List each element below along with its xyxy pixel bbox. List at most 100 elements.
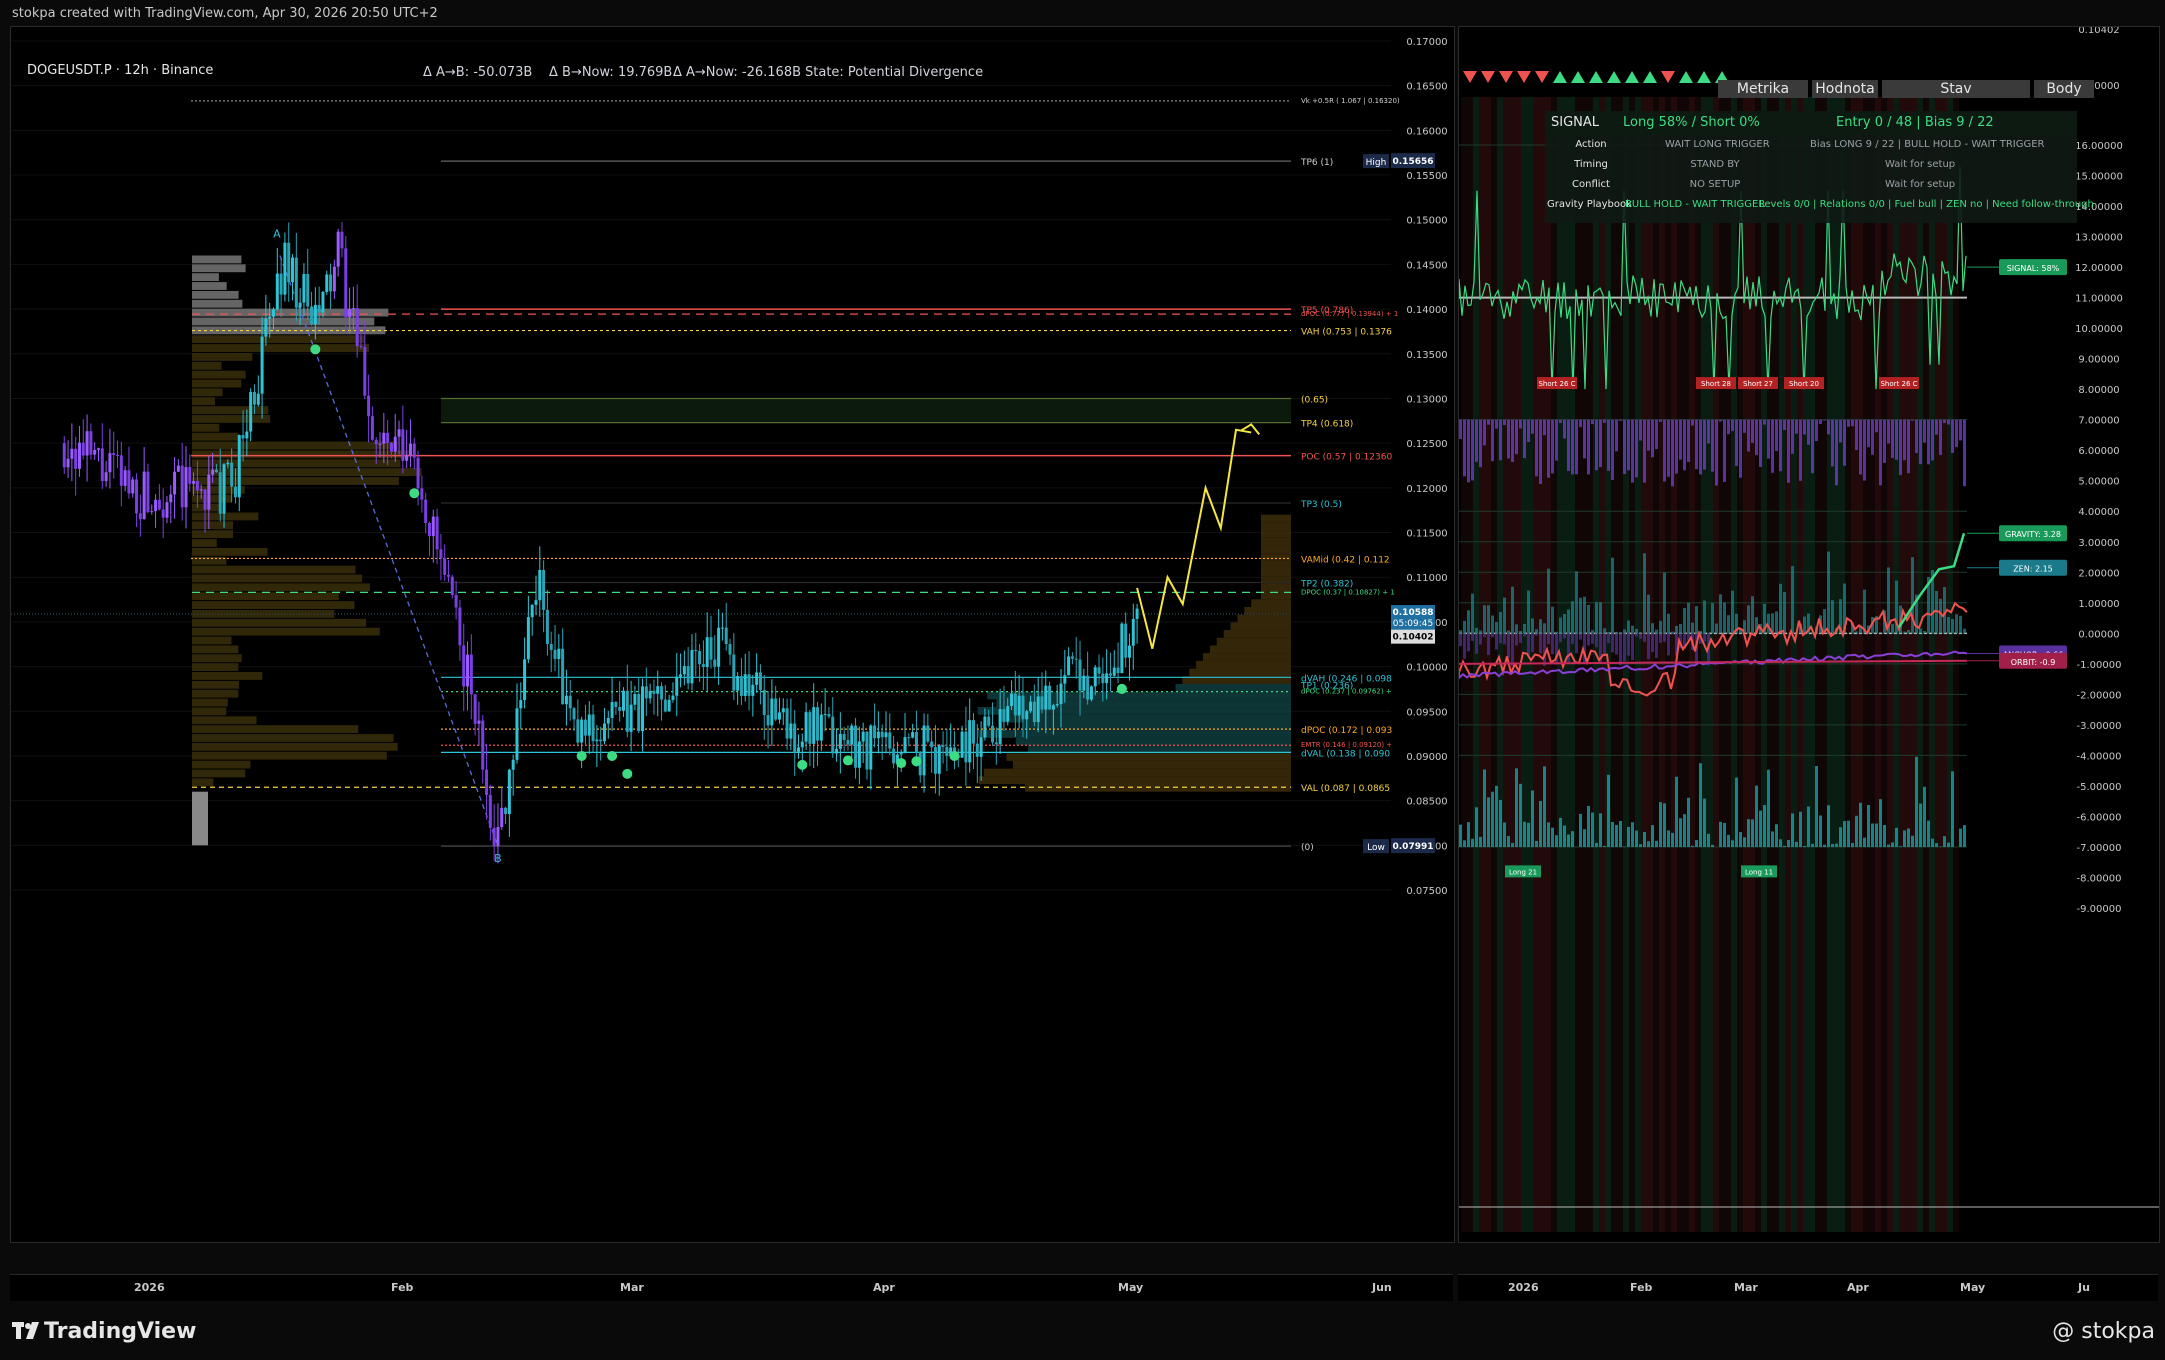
high-badge-label: High bbox=[1366, 158, 1387, 168]
candle-body bbox=[218, 472, 222, 514]
neg-histogram-bar bbox=[1543, 633, 1546, 666]
gravity-tag: GRAVITY: 3.28 bbox=[2005, 530, 2061, 539]
right-volume-profile-bar bbox=[1223, 630, 1291, 638]
candle-body bbox=[937, 745, 941, 774]
candle-body bbox=[1135, 608, 1139, 619]
gravity-histogram-bar bbox=[1471, 419, 1474, 481]
neg-histogram-bar bbox=[1499, 633, 1502, 644]
sub-axis-label: 5.00000 bbox=[2078, 477, 2119, 488]
volume-histogram-bar bbox=[1815, 765, 1818, 847]
neg-histogram-bar bbox=[1587, 633, 1590, 646]
signal-triangle bbox=[1589, 71, 1603, 83]
buy-signal-dot bbox=[409, 488, 420, 499]
gravity-histogram-bar bbox=[1639, 419, 1642, 441]
volume-histogram-bar bbox=[1927, 820, 1930, 847]
zen-histogram-bar bbox=[1783, 592, 1786, 634]
candle-body bbox=[762, 689, 766, 716]
candle-body bbox=[214, 469, 218, 473]
price-axis-label: 0.13000 bbox=[1406, 394, 1447, 405]
gravity-histogram-bar bbox=[1891, 419, 1894, 458]
candle-body bbox=[154, 499, 158, 512]
neg-histogram-bar bbox=[1487, 633, 1490, 656]
volume-profile-bar bbox=[192, 503, 222, 512]
volume-histogram-bar bbox=[1739, 832, 1742, 847]
candle-body bbox=[1093, 667, 1097, 687]
signal-bg-band bbox=[1929, 97, 1935, 1232]
neg-histogram-bar bbox=[1667, 633, 1670, 656]
volume-histogram-bar bbox=[1587, 805, 1590, 847]
neg-histogram-bar bbox=[1523, 633, 1526, 637]
candle-body bbox=[709, 637, 713, 660]
gravity-histogram-bar bbox=[1611, 419, 1614, 480]
candle-body bbox=[393, 436, 397, 452]
candle-body bbox=[481, 720, 485, 770]
volume-profile-bar bbox=[192, 654, 242, 663]
candle-body bbox=[298, 302, 302, 308]
long-signal-label: Long 21 bbox=[1509, 868, 1537, 876]
zen-histogram-bar bbox=[1647, 594, 1650, 634]
sub-axis-label: 9.00000 bbox=[2078, 355, 2119, 366]
right-volume-profile-bar bbox=[1251, 599, 1291, 607]
candle-body bbox=[184, 467, 188, 508]
volume-profile-bar bbox=[192, 290, 239, 299]
tradingview-logo[interactable]: TradingView bbox=[12, 1319, 196, 1344]
volume-histogram-bar bbox=[1583, 829, 1586, 847]
tab-stav: Stav bbox=[1882, 80, 2030, 98]
candle-body bbox=[595, 739, 599, 742]
zen-histogram-bar bbox=[1679, 623, 1682, 634]
gravity-histogram-bar bbox=[1783, 419, 1786, 431]
candle-body bbox=[469, 654, 473, 695]
volume-histogram-bar bbox=[1859, 802, 1862, 847]
volume-histogram-bar bbox=[1779, 839, 1782, 847]
sub-axis-label: 7.00000 bbox=[2078, 416, 2119, 427]
candle-body bbox=[1048, 685, 1052, 710]
candle-body bbox=[652, 691, 656, 694]
volume-histogram-bar bbox=[1811, 843, 1814, 847]
candle-body bbox=[504, 807, 508, 815]
candle-body bbox=[553, 649, 557, 659]
neg-histogram-bar bbox=[1663, 633, 1666, 642]
zen-histogram-bar bbox=[1575, 571, 1578, 634]
tab-body: Body bbox=[2034, 80, 2094, 98]
volume-histogram-bar bbox=[1667, 830, 1670, 847]
price-axis-label: 0.16500 bbox=[1406, 82, 1447, 93]
neg-histogram-bar bbox=[1603, 633, 1606, 656]
gravity-histogram-bar bbox=[1543, 419, 1546, 436]
right-volume-profile-bar bbox=[987, 691, 1291, 700]
gravity-histogram-bar bbox=[1951, 419, 1954, 453]
candle-body bbox=[458, 607, 462, 646]
candle-body bbox=[264, 318, 268, 337]
zen-histogram-bar bbox=[1547, 568, 1550, 634]
row-value-conflict: NO SETUP bbox=[1689, 179, 1741, 190]
volume-profile-bar bbox=[192, 725, 359, 734]
zen-histogram-bar bbox=[1683, 607, 1686, 634]
main-chart-pane[interactable]: DOGEUSDT.P · 12h · Binance Δ A→B: -50.07… bbox=[10, 26, 1455, 1243]
signal-triangle bbox=[1697, 71, 1711, 83]
zen-histogram-bar bbox=[1483, 605, 1486, 634]
gravity-histogram-bar bbox=[1799, 419, 1802, 481]
candle-body bbox=[241, 435, 245, 439]
gravity-histogram-bar bbox=[1883, 419, 1886, 463]
gravity-histogram-bar bbox=[1463, 419, 1466, 477]
candle-body bbox=[568, 695, 572, 709]
zen-histogram-bar bbox=[1523, 623, 1526, 634]
gravity-histogram-bar bbox=[1955, 419, 1958, 448]
signal-bg-band bbox=[1899, 97, 1905, 1232]
zen-histogram-bar bbox=[1495, 621, 1498, 634]
buy-signal-dot bbox=[622, 768, 633, 779]
candle-body bbox=[728, 644, 732, 655]
volume-histogram-bar bbox=[1527, 822, 1530, 847]
sub-axis-label: 1.00000 bbox=[2078, 599, 2119, 610]
candle-body bbox=[930, 741, 934, 748]
signal-bg-band bbox=[1809, 97, 1815, 1232]
candle-body bbox=[724, 627, 728, 645]
candle-body bbox=[268, 316, 272, 319]
gravity-histogram-bar bbox=[1811, 419, 1814, 474]
candle-body bbox=[382, 432, 386, 444]
candle-body bbox=[580, 719, 584, 743]
volume-histogram-bar bbox=[1655, 840, 1658, 847]
sub-axis-label: 2.00000 bbox=[2078, 568, 2119, 579]
candle-body bbox=[667, 699, 671, 712]
neg-histogram-bar bbox=[1611, 633, 1614, 653]
author-handle[interactable]: @ stokpa bbox=[2052, 1319, 2155, 1344]
